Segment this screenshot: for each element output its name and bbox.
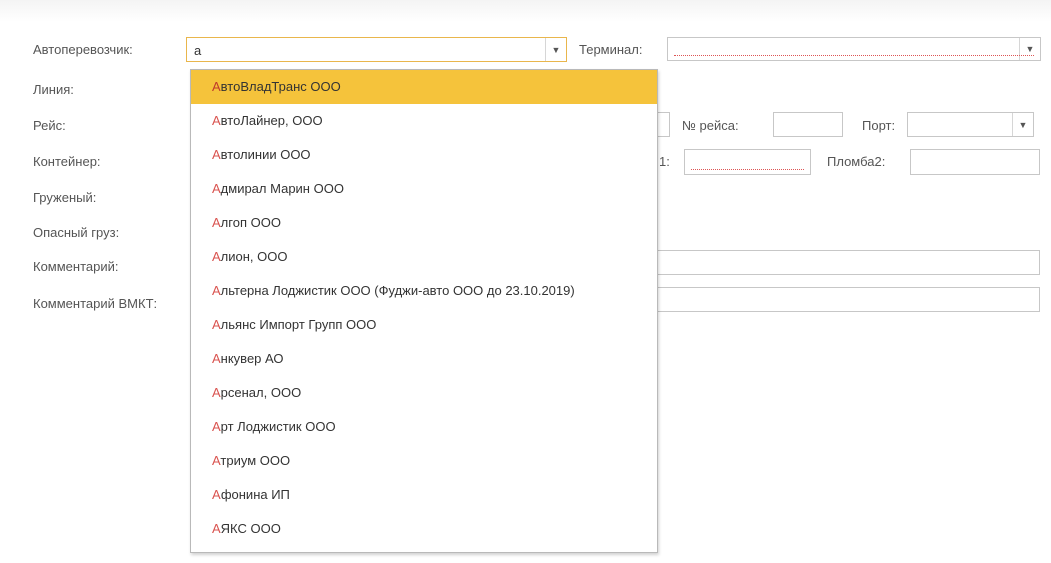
dropdown-option[interactable]: Адмирал Марин ООО [191, 172, 657, 206]
seal1-label: 1: [659, 154, 670, 169]
comment-input[interactable] [650, 250, 1040, 275]
port-label: Порт: [862, 118, 896, 133]
dropdown-option[interactable]: Алион, ООО [191, 240, 657, 274]
carrier-input[interactable]: а [194, 43, 201, 58]
dropdown-option[interactable]: Альтерна Лоджистик ООО (Фуджи-авто ООО д… [191, 274, 657, 308]
loaded-label: Груженый: [33, 190, 97, 205]
dropdown-option[interactable]: Альянс Импорт Групп ООО [191, 308, 657, 342]
dropdown-option[interactable]: Анкувер АО [191, 342, 657, 376]
dropdown-option[interactable]: АвтоВладТранс ООО [191, 70, 657, 104]
dropdown-option[interactable]: АЯКС ООО [191, 512, 657, 546]
chevron-down-icon[interactable]: ▼ [1019, 38, 1040, 60]
voyage-no-input[interactable] [773, 112, 843, 137]
chevron-down-icon[interactable]: ▼ [545, 38, 566, 61]
carrier-dropdown-list[interactable]: АвтоВладТранс ООО АвтоЛайнер, ООО Автоли… [190, 69, 658, 553]
carrier-combobox[interactable]: а ▼ [186, 37, 567, 62]
line-label: Линия: [33, 82, 74, 97]
seal1-input[interactable] [684, 149, 811, 175]
dropdown-option[interactable]: Арсенал, ООО [191, 376, 657, 410]
dropdown-option[interactable]: Алгоп ООО [191, 206, 657, 240]
comment-vmkt-label: Комментарий ВМКТ: [33, 296, 158, 311]
carrier-label: Автоперевозчик: [33, 42, 133, 57]
dropdown-option[interactable]: Автолинии ООО [191, 138, 657, 172]
terminal-combobox[interactable]: ▼ [667, 37, 1041, 61]
terminal-label: Терминал: [579, 42, 643, 57]
container-label: Контейнер: [33, 154, 101, 169]
dropdown-option[interactable]: Афонина ИП [191, 478, 657, 512]
comment-vmkt-input[interactable] [650, 287, 1040, 312]
seal2-input[interactable] [910, 149, 1040, 175]
top-bar [0, 0, 1051, 22]
seal2-label: Пломба2: [827, 154, 886, 169]
dropdown-option[interactable]: Арт Лоджистик ООО [191, 410, 657, 444]
dangerous-label: Опасный груз: [33, 225, 120, 240]
port-combobox[interactable]: ▼ [907, 112, 1034, 137]
chevron-down-icon[interactable]: ▼ [1012, 113, 1033, 136]
voyage-no-label: № рейса: [682, 118, 739, 133]
comment-label: Комментарий: [33, 259, 119, 274]
voyage-label: Рейс: [33, 118, 66, 133]
dropdown-option[interactable]: Атриум ООО [191, 444, 657, 478]
dropdown-option[interactable]: АвтоЛайнер, ООО [191, 104, 657, 138]
